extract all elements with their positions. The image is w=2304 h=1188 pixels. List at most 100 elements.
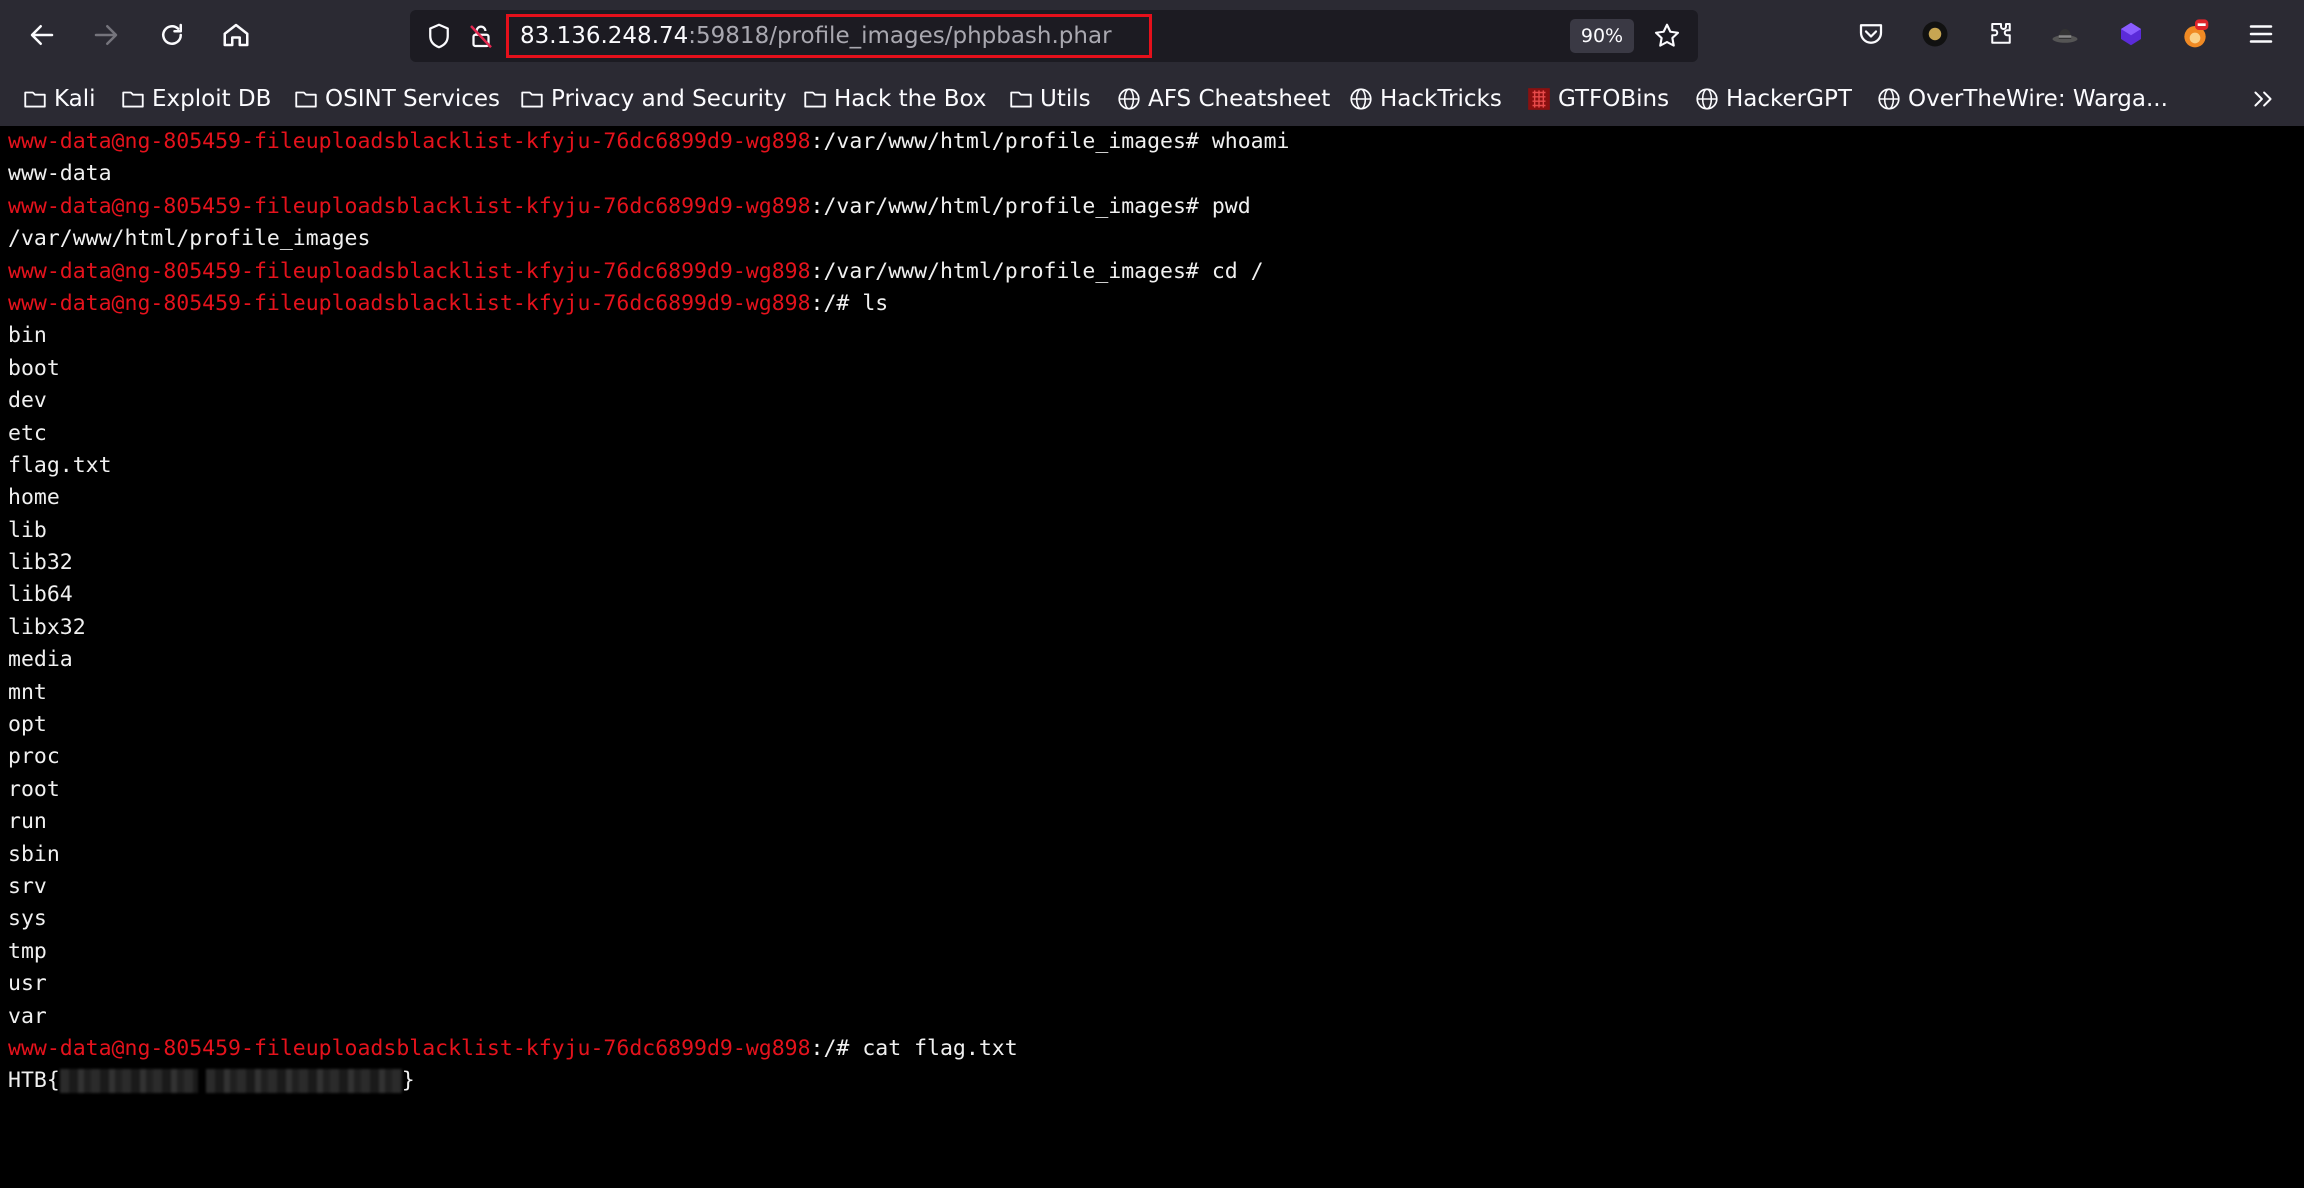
bookmark-label: HackerGPT bbox=[1726, 86, 1852, 112]
extension-button-hat[interactable] bbox=[2048, 17, 2082, 51]
output-text: srv bbox=[8, 873, 47, 899]
output-text: flag.txt bbox=[8, 452, 112, 478]
bookmark-label: Hack the Box bbox=[834, 86, 987, 112]
folder-icon bbox=[804, 91, 826, 108]
globe-icon bbox=[1696, 88, 1718, 110]
terminal-prompt-line: www-data@ng-805459-fileuploadsblacklist-… bbox=[8, 126, 2304, 158]
terminal-output[interactable]: www-data@ng-805459-fileuploadsblacklist-… bbox=[0, 126, 2304, 1188]
reload-icon bbox=[162, 23, 182, 45]
terminal-output-line: lib32 bbox=[8, 547, 2304, 579]
reload-button[interactable] bbox=[150, 13, 194, 57]
bookmark-label: Kali bbox=[54, 86, 96, 112]
terminal-output-line: bin bbox=[8, 320, 2304, 352]
bookmark-folder-utils[interactable]: Utils bbox=[1008, 76, 1091, 122]
output-text: lib64 bbox=[8, 582, 73, 608]
globe-icon bbox=[1350, 88, 1372, 110]
output-text: sys bbox=[8, 906, 47, 932]
foxyproxy-icon bbox=[2184, 19, 2209, 48]
output-text: bin bbox=[8, 323, 47, 349]
purple-cube-icon bbox=[2121, 22, 2141, 46]
bookmark-folder-exploit-db[interactable]: Exploit DB bbox=[120, 76, 271, 122]
output-text: /var/www/html/profile_images bbox=[8, 226, 371, 252]
url-text[interactable]: 83.136.248.74:59818/profile_images/phpba… bbox=[520, 10, 1112, 62]
terminal-prompt-line: www-data@ng-805459-fileuploadsblacklist-… bbox=[8, 256, 2304, 288]
zoom-level-badge[interactable]: 90% bbox=[1570, 19, 1634, 53]
prompt-path: :/var/www/html/profile_images# bbox=[810, 258, 1212, 284]
bookmark-hacktricks[interactable]: HackTricks bbox=[1348, 76, 1502, 122]
extension-button-1[interactable] bbox=[1918, 17, 1952, 51]
globe-icon bbox=[1878, 88, 1900, 110]
extension-badge-icon bbox=[1922, 21, 1948, 47]
bookmark-label: Privacy and Security bbox=[551, 86, 787, 112]
prompt-path: :/# bbox=[810, 1035, 863, 1061]
output-text: sbin bbox=[8, 841, 60, 867]
prompt-command: ls bbox=[862, 290, 889, 316]
bookmarks-toolbar: Kali Exploit DB OSINT Services Privacy a… bbox=[0, 76, 2304, 122]
bookmark-afs-cheatsheet[interactable]: AFS Cheatsheet bbox=[1116, 76, 1330, 122]
folder-icon bbox=[122, 91, 144, 108]
flag-suffix: } bbox=[401, 1068, 415, 1094]
globe-icon bbox=[1118, 88, 1140, 110]
hamburger-menu-icon bbox=[2249, 25, 2273, 43]
terminal-output-line: var bbox=[8, 1001, 2304, 1033]
terminal-output-line: opt bbox=[8, 709, 2304, 741]
bookmark-label: OSINT Services bbox=[325, 86, 501, 112]
forward-button[interactable] bbox=[84, 13, 128, 57]
pocket-button[interactable] bbox=[1854, 17, 1888, 51]
terminal-output-line: boot bbox=[8, 353, 2304, 385]
output-text: var bbox=[8, 1003, 47, 1029]
bookmark-folder-privacy-security[interactable]: Privacy and Security bbox=[519, 76, 787, 122]
bookmarks-overflow-button[interactable] bbox=[2250, 76, 2276, 122]
home-icon bbox=[223, 23, 249, 47]
folder-icon bbox=[295, 91, 317, 108]
bookmark-label: Exploit DB bbox=[152, 86, 272, 112]
back-button[interactable] bbox=[20, 13, 64, 57]
bookmark-gtfobins[interactable]: GTFOBins bbox=[1526, 76, 1669, 122]
folder-icon bbox=[24, 91, 46, 108]
terminal-output-line: mnt bbox=[8, 677, 2304, 709]
terminal-output-line: etc bbox=[8, 418, 2304, 450]
output-text: run bbox=[8, 809, 47, 835]
folder-icon bbox=[521, 91, 543, 108]
bookmark-folder-hack-the-box[interactable]: Hack the Box bbox=[802, 76, 986, 122]
prompt-user-host: www-data@ng-805459-fileuploadsblacklist-… bbox=[8, 129, 811, 154]
output-text: lib32 bbox=[8, 550, 73, 576]
terminal-output-line: www-data bbox=[8, 158, 2304, 190]
terminal-prompt-line: www-data@ng-805459-fileuploadsblacklist-… bbox=[8, 191, 2304, 223]
terminal-prompt-line: www-data@ng-805459-fileuploadsblacklist-… bbox=[8, 1033, 2304, 1065]
bookmark-folder-osint-services[interactable]: OSINT Services bbox=[293, 76, 500, 122]
navigation-toolbar: 83.136.248.74:59818/profile_images/phpba… bbox=[0, 0, 2304, 68]
url-bar[interactable]: 83.136.248.74:59818/profile_images/phpba… bbox=[410, 10, 1698, 62]
prompt-path: :/var/www/html/profile_images# bbox=[810, 193, 1212, 219]
prompt-command: pwd bbox=[1211, 193, 1251, 219]
bookmark-overthewire[interactable]: OverTheWire: Warga... bbox=[1876, 76, 2168, 122]
tracking-protection-shield-icon[interactable] bbox=[424, 21, 454, 51]
terminal-output-line: dev bbox=[8, 385, 2304, 417]
bookmark-label: OverTheWire: Warga... bbox=[1908, 86, 2168, 112]
terminal-flag-line: HTB{} bbox=[8, 1065, 2304, 1097]
bookmark-folder-kali[interactable]: Kali bbox=[22, 76, 96, 122]
redacted-flag-part-1 bbox=[59, 1069, 198, 1094]
terminal-output-line: sbin bbox=[8, 839, 2304, 871]
terminal-prompt-line: www-data@ng-805459-fileuploadsblacklist-… bbox=[8, 288, 2304, 320]
home-button[interactable] bbox=[214, 13, 258, 57]
extension-button-purple[interactable] bbox=[2114, 17, 2148, 51]
bookmark-hackergpt[interactable]: HackerGPT bbox=[1694, 76, 1852, 122]
chevron-double-right-icon bbox=[2254, 91, 2272, 107]
pocket-icon bbox=[1859, 24, 1883, 44]
terminal-output-line: usr bbox=[8, 968, 2304, 1000]
terminal-output-line: sys bbox=[8, 903, 2304, 935]
prompt-command: whoami bbox=[1211, 129, 1290, 154]
extension-button-fox[interactable] bbox=[2178, 17, 2212, 51]
output-text: lib bbox=[8, 517, 47, 543]
extensions-button[interactable] bbox=[1984, 17, 2018, 51]
bookmark-star-icon[interactable] bbox=[1652, 21, 1682, 51]
url-path: :59818/profile_images/phpbash.phar bbox=[688, 23, 1112, 49]
puzzle-icon bbox=[1991, 23, 2011, 44]
terminal-output-line: root bbox=[8, 774, 2304, 806]
terminal-output-line: libx32 bbox=[8, 612, 2304, 644]
folder-icon bbox=[1010, 91, 1032, 108]
insecure-lock-icon[interactable] bbox=[466, 21, 496, 51]
app-menu-button[interactable] bbox=[2244, 17, 2278, 51]
terminal-output-line: lib64 bbox=[8, 579, 2304, 611]
